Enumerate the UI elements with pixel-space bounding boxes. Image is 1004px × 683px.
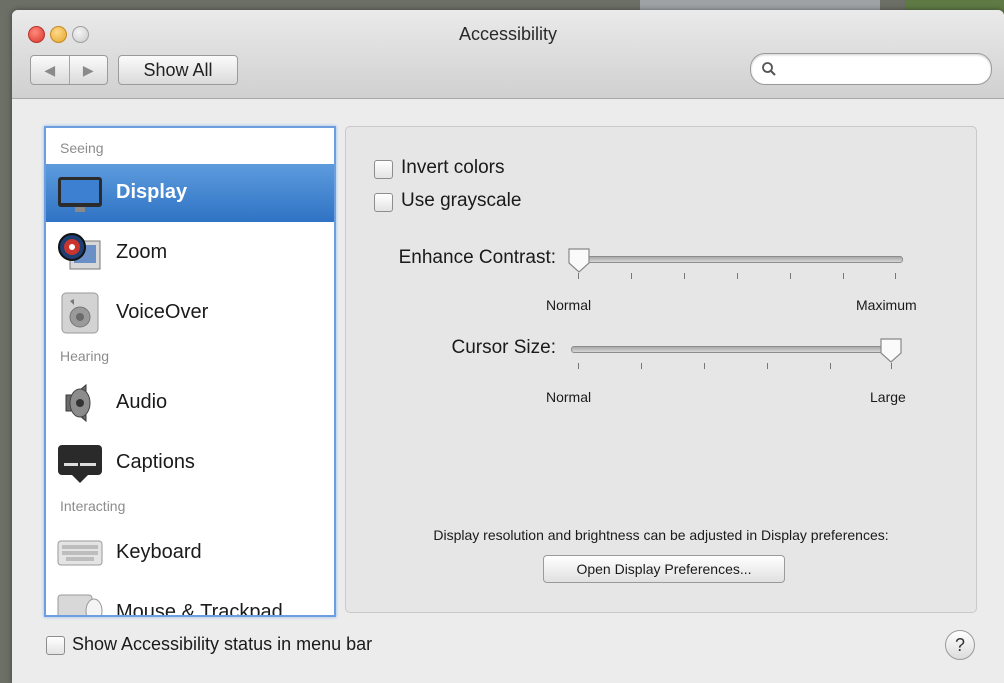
back-forward-control: ◀ ▶ — [30, 55, 108, 85]
category-list[interactable]: Seeing Display Zoom VoiceOver Hearing Au… — [44, 126, 336, 617]
tick-mark — [578, 363, 579, 369]
tick-mark — [641, 363, 642, 369]
tick-mark — [737, 273, 738, 279]
sidebar-item-label: Mouse & Trackpad — [116, 601, 283, 617]
tick-mark — [578, 273, 579, 279]
cursor-size-track[interactable] — [571, 346, 898, 353]
sidebar-item-label: Audio — [116, 391, 168, 413]
display-settings-pane: Invert colors Use grayscale Enhance Cont… — [345, 126, 977, 613]
sidebar-item-zoom[interactable]: Zoom — [46, 224, 334, 282]
enhance-contrast-label: Enhance Contrast: — [398, 247, 556, 268]
display-icon — [58, 177, 102, 212]
sidebar-item-keyboard[interactable]: Keyboard — [46, 524, 334, 582]
tick-mark — [631, 273, 632, 279]
section-heading-interacting: Interacting — [60, 498, 126, 514]
show-status-in-menu-bar-label: Show Accessibility status in menu bar — [72, 634, 373, 654]
sidebar-item-captions[interactable]: Captions — [46, 434, 334, 492]
voiceover-icon — [61, 292, 99, 334]
invert-colors-checkbox[interactable] — [374, 160, 393, 179]
use-grayscale-checkbox[interactable] — [374, 193, 393, 212]
tick-mark — [684, 273, 685, 279]
accessibility-window: Accessibility ◀ ▶ Show All Seeing Displa… — [12, 10, 1004, 683]
back-button[interactable]: ◀ — [31, 56, 70, 84]
search-field[interactable] — [750, 53, 992, 85]
show-status-in-menu-bar-checkbox[interactable] — [46, 636, 65, 655]
sidebar-item-voiceover[interactable]: VoiceOver — [46, 284, 334, 342]
section-heading-seeing: Seeing — [60, 140, 104, 156]
cursor-size-label: Cursor Size: — [451, 337, 556, 358]
cursor-size-slider-knob[interactable] — [878, 337, 904, 363]
audio-icon — [65, 383, 91, 423]
mouse-trackpad-icon — [57, 594, 103, 615]
tick-mark — [891, 363, 892, 369]
title-bar: Accessibility ◀ ▶ Show All — [12, 10, 1004, 99]
window-title: Accessibility — [458, 24, 558, 44]
cursor-size-max-label: Large — [870, 389, 906, 405]
sidebar-item-label: Keyboard — [116, 541, 202, 563]
sidebar-item-mouse-trackpad[interactable]: Mouse & Trackpad — [46, 584, 334, 617]
sidebar-item-label: Display — [116, 181, 188, 203]
forward-button[interactable]: ▶ — [70, 56, 108, 84]
display-preferences-note: Display resolution and brightness can be… — [433, 527, 889, 543]
enhance-contrast-min-label: Normal — [546, 297, 592, 313]
captions-icon — [58, 445, 102, 483]
sidebar-item-label: VoiceOver — [116, 301, 209, 323]
tick-mark — [767, 363, 768, 369]
keyboard-icon — [57, 540, 103, 566]
sidebar-item-label: Zoom — [116, 241, 168, 263]
tick-mark — [830, 363, 831, 369]
invert-colors-label: Invert colors — [401, 157, 505, 178]
section-heading-hearing: Hearing — [60, 348, 110, 364]
enhance-contrast-track[interactable] — [571, 256, 903, 263]
show-all-button[interactable]: Show All — [118, 55, 238, 85]
zoom-icon — [58, 233, 101, 270]
enhance-contrast-max-label: Maximum — [856, 297, 917, 313]
sidebar-item-display[interactable]: Display — [46, 164, 334, 222]
tick-mark — [704, 363, 705, 369]
tick-mark — [790, 273, 791, 279]
sidebar-item-label: Captions — [116, 451, 195, 473]
tick-mark — [895, 273, 896, 279]
enhance-contrast-slider-knob[interactable] — [566, 247, 592, 273]
sidebar-item-audio[interactable]: Audio — [46, 374, 334, 432]
help-button[interactable]: ? — [945, 630, 975, 660]
cursor-size-min-label: Normal — [546, 389, 592, 405]
use-grayscale-label: Use grayscale — [401, 190, 522, 211]
tick-mark — [843, 273, 844, 279]
search-icon — [762, 62, 776, 76]
open-display-preferences-button[interactable]: Open Display Preferences... — [543, 555, 785, 583]
